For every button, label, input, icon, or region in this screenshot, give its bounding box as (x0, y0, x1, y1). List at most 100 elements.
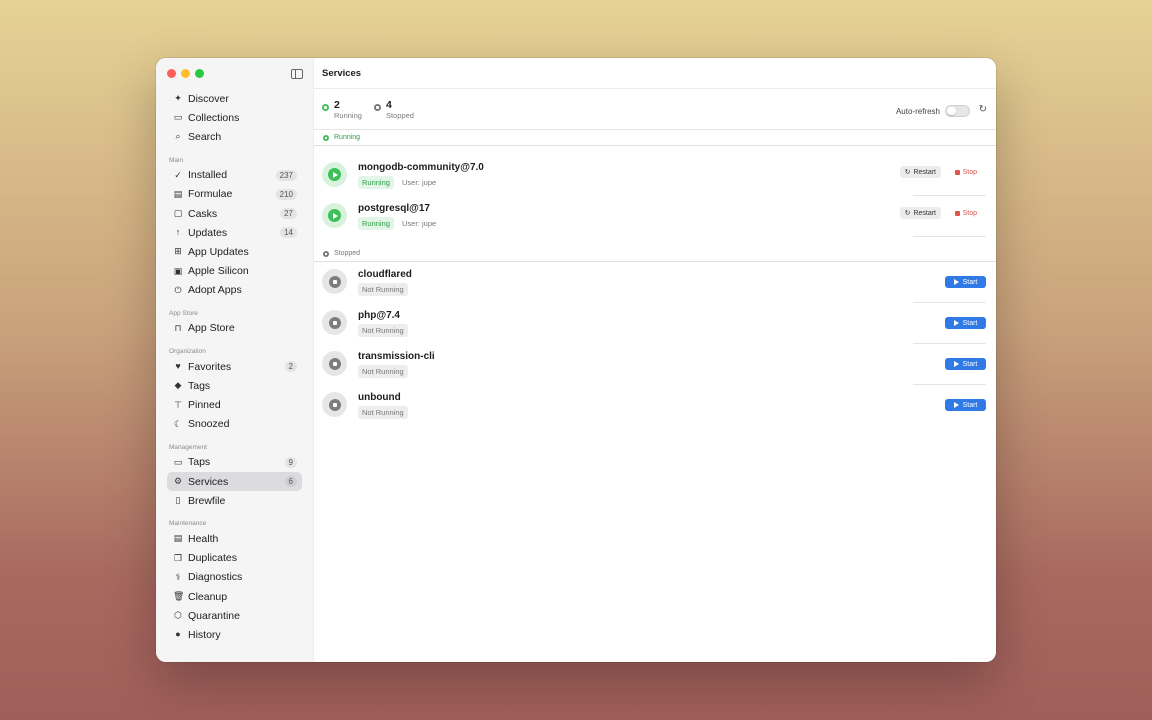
restart-button[interactable]: ↻ Restart (899, 166, 941, 178)
service-running-icon (322, 162, 347, 187)
minimize-window-button[interactable] (181, 69, 190, 78)
sidebar-item-health[interactable]: ▤ Health (167, 529, 302, 548)
auto-refresh-toggle[interactable] (945, 105, 970, 117)
sidebar-item-icon: ⌕ (175, 131, 181, 142)
start-button-label: Start (962, 319, 978, 327)
sidebar-item-apple-silicon[interactable]: ▣ Apple Silicon (167, 262, 302, 281)
sidebar-item-icon: ▤ (173, 188, 183, 199)
page-title: Services (322, 68, 362, 79)
app-window: ✦ Discover ▭ Collections ⌕ Search Main ✓… (156, 58, 996, 662)
service-name: php@7.4 (358, 310, 400, 321)
window-controls (167, 69, 204, 78)
sidebar-item-label: Pinned (188, 399, 221, 412)
sidebar-item-favorites[interactable]: ♥ Favorites 2 (167, 357, 302, 376)
sidebar-item-collections[interactable]: ▭ Collections (167, 108, 302, 127)
manual-refresh-icon[interactable]: ↻ (979, 104, 987, 115)
sidebar-item-label: Diagnostics (188, 571, 243, 584)
start-button[interactable]: Start (945, 358, 986, 370)
start-button-label: Start (962, 401, 978, 409)
sidebar-item-cleanup[interactable]: 🗑 Cleanup (167, 587, 302, 606)
service-stopped-icon (322, 310, 347, 335)
stopped-services-list: cloudflared Not Running Start php@7.4 No… (314, 262, 996, 426)
start-button[interactable]: Start (945, 276, 986, 288)
sidebar-item-pinned[interactable]: ⊤ Pinned (167, 395, 302, 414)
stopped-group-label: Stopped (334, 250, 361, 257)
sidebar-item-icon: ⬡ (174, 610, 182, 621)
sidebar-item-icon: 🗑 (173, 591, 185, 602)
sidebar-item-icon: ▭ (173, 456, 183, 467)
sidebar-item-diagnostics[interactable]: ⚕ Diagnostics (167, 568, 302, 587)
sidebar-item-icon: ▢ (173, 208, 183, 219)
sidebar-item-icon: ▤ (173, 533, 183, 544)
restart-icon: ↻ (904, 210, 911, 217)
sidebar-item-icon: ☾ (173, 418, 183, 429)
start-button-label: Start (962, 360, 978, 368)
play-icon (953, 279, 959, 285)
row-divider (913, 236, 986, 237)
stopped-stat: 4 Stopped (374, 99, 414, 121)
sidebar-item-count-badge: 210 (275, 188, 297, 200)
service-stopped-icon (322, 269, 347, 294)
stopped-count-label: Stopped (386, 111, 414, 120)
close-window-button[interactable] (167, 69, 176, 78)
sidebar-item-icon: ♥ (175, 361, 181, 372)
start-button[interactable]: Start (945, 399, 986, 411)
running-services-list: mongodb-community@7.0 Running User: jupe… (314, 155, 996, 237)
sidebar-toggle-icon[interactable] (291, 69, 303, 79)
start-button-label: Start (962, 278, 978, 286)
service-name: postgresql@17 (358, 203, 430, 214)
sidebar-item-app-store[interactable]: ⊓ App Store (167, 319, 302, 338)
restart-icon: ↻ (904, 169, 911, 176)
sidebar-item-label: Apple Silicon (188, 265, 249, 278)
sidebar-item-label: App Updates (188, 245, 249, 258)
sidebar-item-casks[interactable]: ▢ Casks 27 (167, 204, 302, 223)
sidebar-item-duplicates[interactable]: ❐ Duplicates (167, 549, 302, 568)
stop-button[interactable]: Stop (951, 207, 981, 219)
sidebar-item-label: Collections (188, 111, 240, 124)
sidebar-item-updates[interactable]: ↑ Updates 14 (167, 223, 302, 242)
sidebar-item-brewfile[interactable]: ▯ Brewfile (167, 491, 302, 510)
sidebar-item-icon: ✦ (174, 93, 182, 104)
sidebar-item-services[interactable]: ⚙ Services 6 (167, 472, 302, 492)
sidebar-item-icon: ▭ (173, 112, 183, 123)
sidebar-section-label: App Store (169, 309, 198, 317)
sidebar-item-search[interactable]: ⌕ Search (167, 127, 302, 146)
sidebar-item-installed[interactable]: ✓ Installed 237 (167, 166, 302, 185)
running-count: 2 (334, 99, 340, 111)
service-status-badge: Not Running (358, 365, 408, 378)
stop-button[interactable]: Stop (951, 166, 981, 178)
sidebar-item-label: Snoozed (188, 418, 230, 431)
sidebar-item-adopt-apps[interactable]: ⏻ Adopt Apps (167, 281, 302, 300)
sidebar-item-count-badge: 6 (284, 476, 297, 488)
sidebar-item-formulae[interactable]: ▤ Formulae 210 (167, 185, 302, 204)
service-row: postgresql@17 Running User: jupe ↻ Resta… (314, 196, 996, 237)
start-button[interactable]: Start (945, 317, 986, 329)
sidebar-item-label: History (188, 628, 221, 641)
sidebar-section-label: Main (169, 156, 184, 164)
service-stopped-icon (322, 392, 347, 417)
sidebar-item-icon: ⏻ (174, 284, 182, 295)
sidebar-section-label: Maintenance (169, 520, 207, 528)
stop-icon (954, 169, 960, 175)
sidebar-item-snoozed[interactable]: ☾ Snoozed (167, 415, 302, 434)
service-status-badge: Not Running (358, 406, 408, 419)
sidebar-item-tags[interactable]: ◆ Tags (167, 376, 302, 395)
sidebar-item-label: Formulae (188, 188, 233, 201)
sidebar-item-icon: ▯ (175, 495, 181, 506)
sidebar-item-history[interactable]: ● History (167, 625, 302, 644)
sidebar-item-quarantine[interactable]: ⬡ Quarantine (167, 606, 302, 625)
sidebar-item-count-badge: 237 (275, 169, 297, 181)
sidebar-item-icon: ◆ (174, 380, 182, 391)
running-group-icon (323, 134, 329, 141)
service-name: cloudflared (358, 269, 412, 280)
zoom-window-button[interactable] (195, 69, 204, 78)
service-name: mongodb-community@7.0 (358, 162, 484, 173)
sidebar-item-icon: ❐ (173, 552, 183, 563)
service-status-badge: Running (358, 176, 394, 189)
service-status-badge: Not Running (358, 324, 408, 337)
restart-button[interactable]: ↻ Restart (899, 207, 941, 219)
sidebar-item-discover[interactable]: ✦ Discover (167, 89, 302, 108)
sidebar-item-taps[interactable]: ▭ Taps 9 (167, 453, 302, 472)
sidebar-item-app-updates[interactable]: ⊞ App Updates (167, 242, 302, 261)
sidebar-section-label: Management (169, 443, 207, 451)
